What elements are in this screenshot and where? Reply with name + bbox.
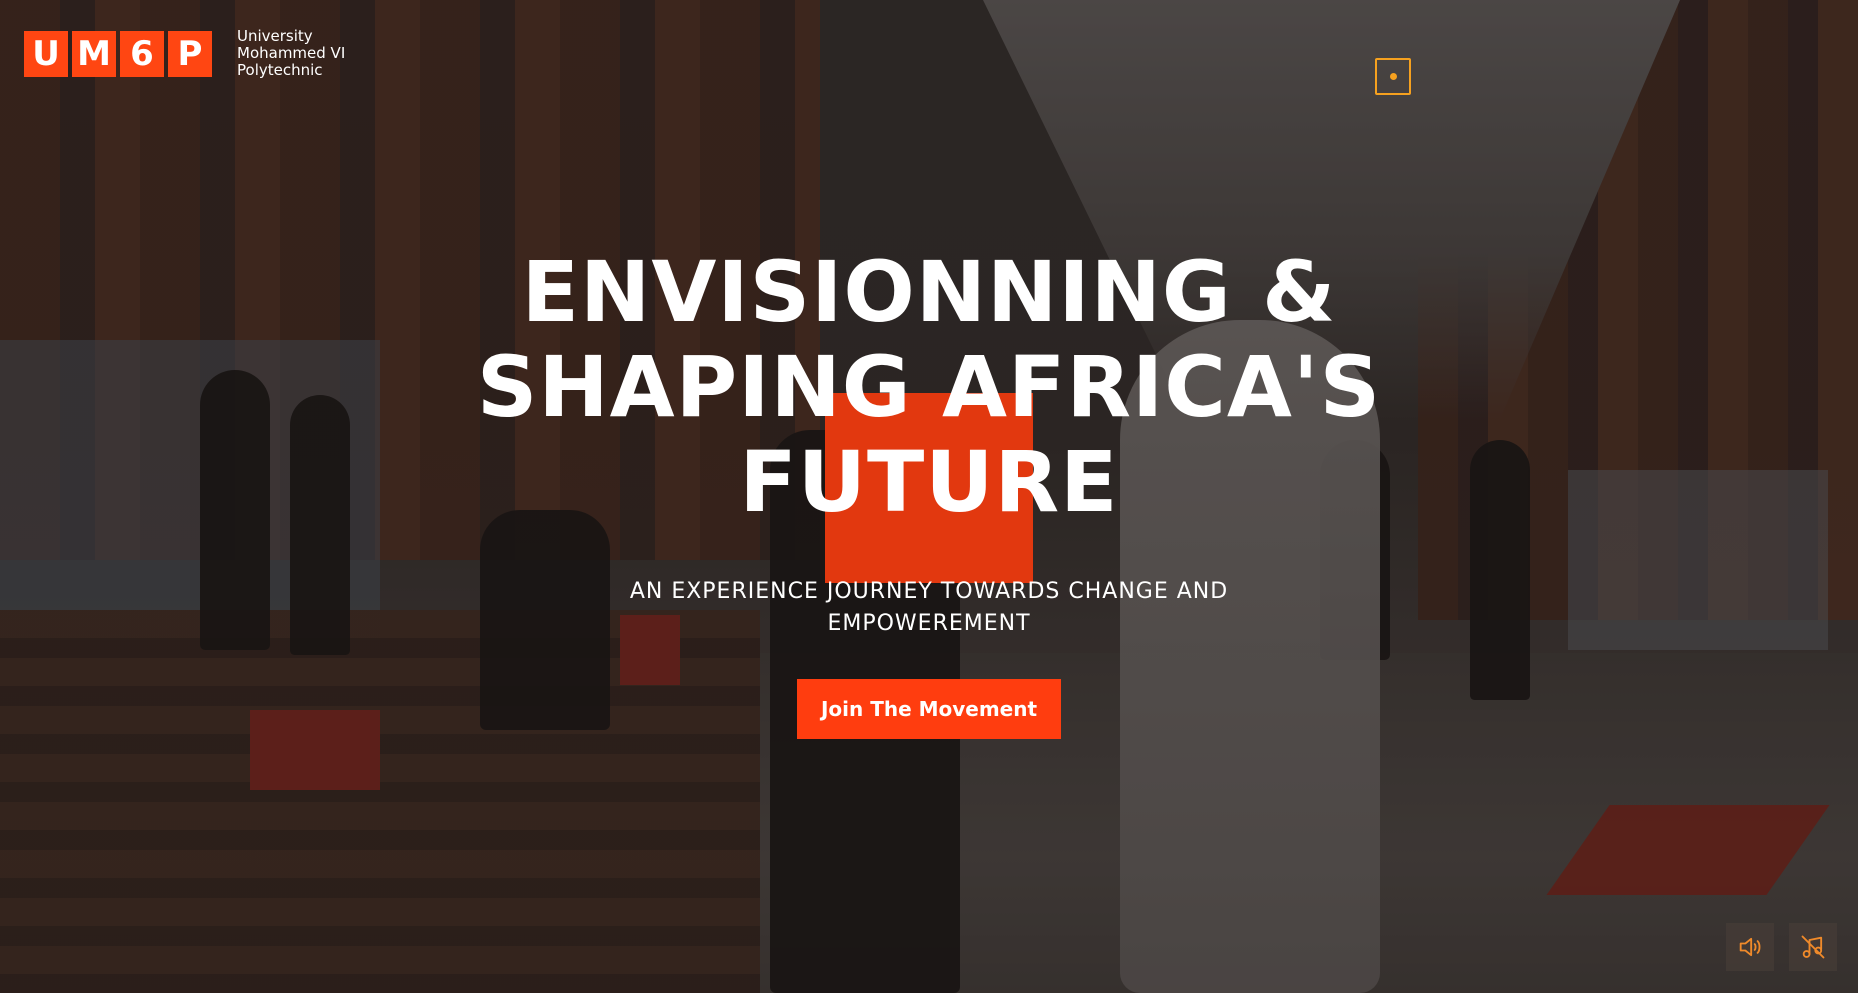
music-off-icon [1801, 935, 1825, 959]
hero-title: ENVISIONNING & SHAPING AFRICA'S FUTURE [0, 245, 1858, 530]
hero-subtitle-line: AN EXPERIENCE JOURNEY TOWARDS CHANGE AND [629, 579, 1229, 604]
hero-title-line: FUTURE [739, 433, 1119, 531]
hero-title-line: ENVISIONNING & [521, 243, 1337, 341]
music-toggle-button[interactable] [1789, 923, 1837, 971]
site-logo[interactable]: U M 6 P University Mohammed VI Polytechn… [24, 28, 345, 79]
logo-letter: M [72, 30, 116, 77]
hero-subtitle: AN EXPERIENCE JOURNEY TOWARDS CHANGE AND… [0, 576, 1858, 640]
volume-icon [1739, 937, 1761, 957]
logo-letter: U [24, 30, 68, 77]
logo-letter: P [168, 30, 212, 77]
logo-wordmark: University Mohammed VI Polytechnic [237, 28, 345, 79]
sound-toggle-button[interactable] [1726, 923, 1774, 971]
logo-line: Mohammed VI [237, 44, 346, 62]
logo-line: Polytechnic [237, 61, 323, 79]
hero-title-line: SHAPING AFRICA'S [476, 338, 1382, 436]
logo-line: University [237, 27, 313, 45]
logo-mark: U M 6 P [24, 30, 212, 77]
hero-subtitle-line: EMPOWEREMENT [827, 611, 1031, 636]
menu-dot-icon [1389, 73, 1397, 80]
menu-button[interactable] [1375, 58, 1411, 95]
logo-letter: 6 [120, 30, 164, 77]
join-movement-button[interactable]: Join The Movement [797, 679, 1061, 739]
